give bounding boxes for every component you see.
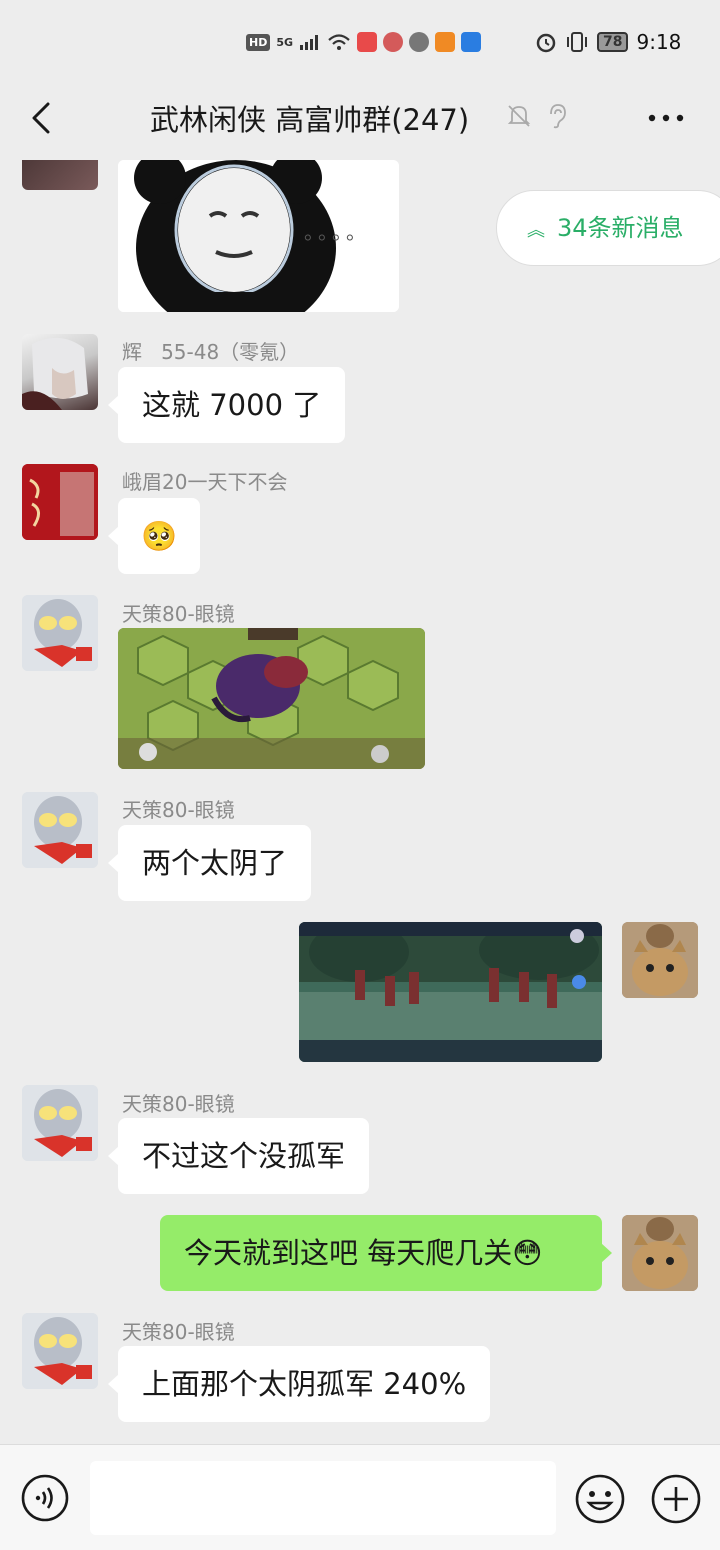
double-chevron-up-icon: ︽ xyxy=(527,220,545,241)
image-message[interactable] xyxy=(299,922,602,1062)
sender-name: 辉 55-48（零氪） xyxy=(122,340,300,364)
status-icons: HD 5G xyxy=(246,32,482,52)
battery-indicator: 78 xyxy=(597,32,629,52)
chat-title: 武林闲侠 高富帅群(247) xyxy=(150,103,470,137)
own-message-bubble[interactable]: 今天就到这吧 每天爬几关😳 xyxy=(160,1215,612,1291)
hand-app-icon xyxy=(409,32,430,52)
sticker-caption: 。。。。 xyxy=(304,220,370,244)
message-bubble[interactable]: 上面那个太阴孤军 240% xyxy=(107,1346,491,1422)
own-avatar[interactable] xyxy=(622,1215,698,1291)
red-calligraphy-avatar-image xyxy=(22,464,98,540)
sender-name: 峨眉20一天下不会 xyxy=(122,470,288,494)
avatar[interactable] xyxy=(22,1085,98,1161)
emoji-icon[interactable] xyxy=(574,1473,626,1525)
ultraman-avatar-image xyxy=(22,1085,98,1161)
ultraman-avatar-image xyxy=(22,595,98,671)
ear-icon xyxy=(550,104,566,129)
more-icon[interactable] xyxy=(646,112,686,124)
signal-bars-icon xyxy=(300,35,319,50)
anime-avatar-image xyxy=(22,337,88,410)
image-message[interactable] xyxy=(118,628,425,769)
new-messages-label: 34条新消息 xyxy=(557,214,684,242)
ultraman-avatar-image xyxy=(22,1313,98,1389)
message-bubble[interactable]: 🥺 xyxy=(108,498,200,574)
ultraman-avatar-image xyxy=(22,792,98,868)
sender-name: 天策80-眼镜 xyxy=(122,602,235,626)
message-bubble[interactable]: 这就 7000 了 xyxy=(107,367,346,443)
message-input[interactable] xyxy=(90,1461,556,1535)
vibrate-icon xyxy=(567,32,587,52)
wifi-icon xyxy=(328,34,350,50)
signal-icon: 5G xyxy=(276,36,293,49)
sender-name: 天策80-眼镜 xyxy=(122,1092,235,1116)
plus-icon[interactable] xyxy=(650,1473,702,1525)
input-bar xyxy=(0,1444,720,1550)
image-message[interactable]: 。。。。 xyxy=(118,160,399,312)
bell-muted-icon xyxy=(507,105,531,127)
avatar[interactable] xyxy=(22,334,98,410)
clock: 9:18 xyxy=(636,30,682,54)
avatar[interactable] xyxy=(22,464,98,540)
message-bubble[interactable]: 两个太阴了 xyxy=(107,825,312,901)
sender-name: 天策80-眼镜 xyxy=(122,1320,235,1344)
avatar[interactable] xyxy=(22,792,98,868)
play-app-icon xyxy=(435,32,456,52)
avatar[interactable] xyxy=(22,1313,98,1389)
own-avatar[interactable] xyxy=(622,922,698,998)
hd-indicator: HD xyxy=(246,33,271,51)
network-type: 5G xyxy=(276,35,294,49)
game-battle-scene-screenshot xyxy=(299,922,602,1062)
game-hex-battle-screenshot xyxy=(118,628,425,769)
bulb-app-icon xyxy=(461,32,482,52)
avatar[interactable] xyxy=(22,160,98,190)
status-right: 78 9:18 xyxy=(535,30,681,54)
sender-name: 天策80-眼镜 xyxy=(122,798,235,822)
robot-app-icon xyxy=(383,32,404,52)
message-bubble[interactable]: 不过这个没孤军 xyxy=(107,1118,370,1194)
alarm-icon xyxy=(536,33,556,53)
back-icon[interactable] xyxy=(24,98,64,138)
status-bar: HD 5G 78 9:18 xyxy=(0,0,720,86)
chat-messages[interactable]: 。。。。 ︽ 34条新消息 辉 55-48（零氪） 这就 7000 了 峨眉20一… xyxy=(0,160,720,1444)
app-notification-icon xyxy=(357,32,378,52)
voice-icon[interactable] xyxy=(20,1473,70,1523)
new-messages-button[interactable]: ︽ 34条新消息 xyxy=(496,190,720,266)
cat-avatar-image xyxy=(622,1215,698,1291)
cat-avatar-image xyxy=(622,922,698,998)
chat-header: 武林闲侠 高富帅群(247) xyxy=(0,86,720,160)
avatar[interactable] xyxy=(22,595,98,671)
